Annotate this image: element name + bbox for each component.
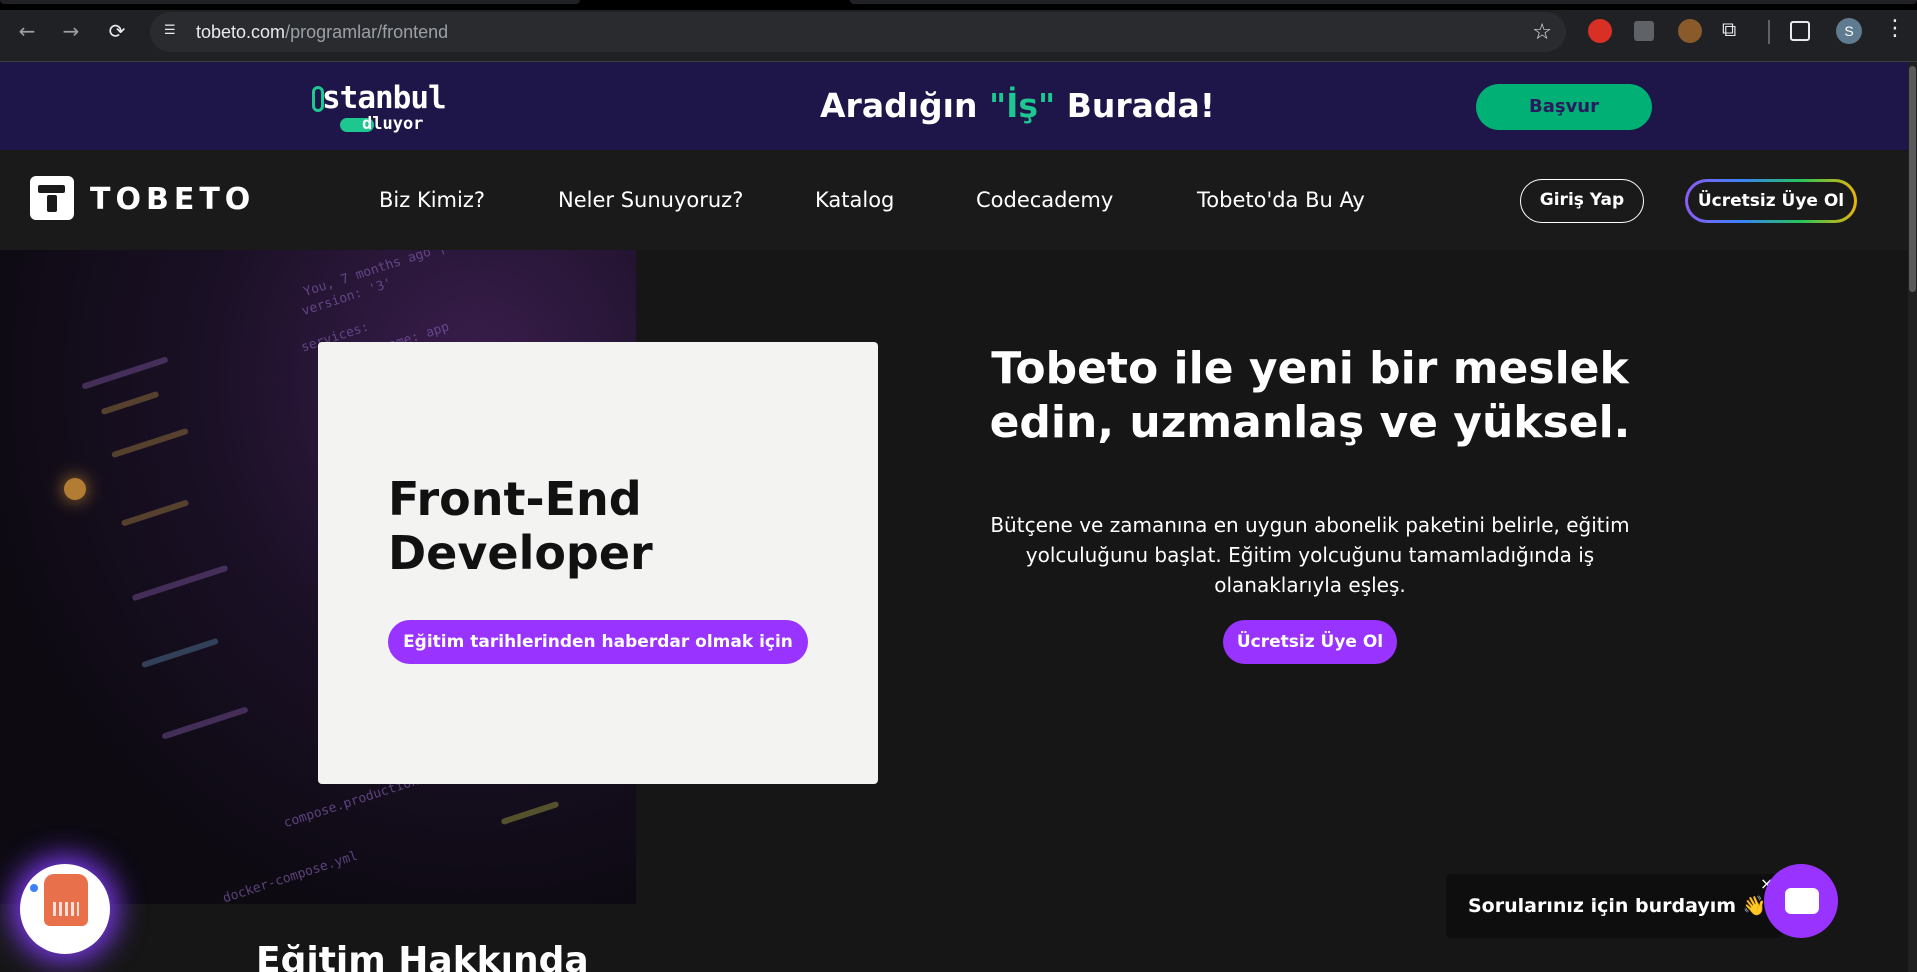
bookmark-star-icon[interactable]: ☆ xyxy=(1532,20,1552,45)
logo-line-2: dluyor xyxy=(362,114,424,134)
nav-link-katalog[interactable]: Katalog xyxy=(815,188,894,212)
tab-strip xyxy=(0,0,1917,10)
tobeto-logo[interactable]: TOBETO xyxy=(30,176,250,222)
hero-headline: Tobeto ile yeni bir meslek edin, uzmanla… xyxy=(989,343,1631,448)
url-text[interactable]: tobeto.com/programlar/frontend xyxy=(196,22,448,43)
hero-description: Bütçene ve zamanına en uygun abonelik pa… xyxy=(990,513,1630,597)
url-path: /programlar/frontend xyxy=(285,22,449,42)
site-info-icon[interactable]: ☰ xyxy=(164,23,182,41)
page-scrollbar[interactable] xyxy=(1908,62,1917,972)
section-title: Eğitim Hakkında xyxy=(256,940,589,972)
cookie-extension-icon[interactable] xyxy=(1678,19,1702,43)
code-glow xyxy=(131,564,229,602)
reload-icon[interactable]: ⟳ xyxy=(104,18,130,44)
notify-dates-button[interactable]: Eğitim tarihlerinden haberdar olmak için xyxy=(388,620,808,664)
nav-link-neler-sunuyoruz[interactable]: Neler Sunuyoruz? xyxy=(558,188,743,212)
light-spot xyxy=(64,478,86,500)
code-glow xyxy=(111,427,189,459)
chat-launcher-button[interactable] xyxy=(1764,864,1838,938)
adblock-extension-icon[interactable] xyxy=(1588,19,1612,43)
apply-button[interactable]: Başvur xyxy=(1476,84,1652,130)
notification-dot xyxy=(30,884,38,892)
chat-message: Sorularınız için burdayım 👋 xyxy=(1468,895,1767,917)
main-navbar: TOBETO Biz Kimiz? Neler Sunuyoruz? Katal… xyxy=(0,150,1908,250)
code-glow xyxy=(141,637,219,669)
address-bar[interactable]: ☰ tobeto.com/programlar/frontend ☆ xyxy=(150,12,1566,52)
nav-link-biz-kimiz[interactable]: Biz Kimiz? xyxy=(379,188,485,212)
login-button[interactable]: Giriş Yap xyxy=(1520,179,1644,223)
program-card: Front-End Developer Eğitim tarihlerinden… xyxy=(318,342,878,784)
toolbar-divider xyxy=(1768,20,1770,44)
code-glow xyxy=(81,356,169,390)
promo-banner: stanbul dluyor Aradığın "İş" Burada! Baş… xyxy=(0,62,1908,150)
browser-menu-icon[interactable]: ⋮ xyxy=(1884,16,1908,41)
code-glow xyxy=(500,800,560,826)
promo-title-end: Burada! xyxy=(1055,86,1215,125)
istanbul-kodluyor-logo[interactable]: stanbul dluyor xyxy=(310,80,450,134)
backpack-icon xyxy=(44,874,88,926)
signup-button-label: Ücretsiz Üye Ol xyxy=(1688,182,1854,220)
promo-title-start: Aradığın xyxy=(820,86,989,125)
promo-title: Aradığın "İş" Burada! xyxy=(820,86,1215,125)
tab-edge xyxy=(850,0,1917,4)
grid-extension-icon[interactable] xyxy=(1634,21,1654,41)
back-icon[interactable]: ← xyxy=(14,18,40,44)
logo-line-1: stanbul xyxy=(322,80,447,116)
code-glow xyxy=(120,499,190,527)
code-glow xyxy=(100,390,160,416)
floating-app-widget[interactable] xyxy=(20,864,110,954)
extensions-puzzle-icon[interactable]: ⧉ xyxy=(1722,17,1746,41)
profile-avatar[interactable]: S xyxy=(1836,18,1862,44)
promo-title-highlight: "İş" xyxy=(988,86,1056,125)
tobeto-brand-text: TOBETO xyxy=(90,182,256,217)
hero-section: You, 7 months ago | 1 version: '3' servi… xyxy=(0,250,1908,972)
forward-icon[interactable]: → xyxy=(58,18,84,44)
code-line: docker-compose.yml xyxy=(221,848,360,904)
tab-edge xyxy=(0,0,580,4)
chat-greeting[interactable]: Sorularınız için burdayım 👋 xyxy=(1446,874,1782,938)
side-panel-icon[interactable] xyxy=(1790,21,1810,41)
hero-signup-button[interactable]: Ücretsiz Üye Ol xyxy=(1223,620,1397,664)
program-title: Front-End Developer xyxy=(388,472,653,580)
code-glow xyxy=(161,706,249,740)
signup-button[interactable]: Ücretsiz Üye Ol xyxy=(1685,179,1857,223)
url-host: tobeto.com xyxy=(196,22,286,42)
nav-link-tobetoda-bu-ay[interactable]: Tobeto'da Bu Ay xyxy=(1197,188,1365,212)
scrollbar-thumb[interactable] xyxy=(1909,66,1916,292)
tobeto-logo-icon xyxy=(30,176,74,220)
browser-toolbar: ← → ⟳ ☰ tobeto.com/programlar/frontend ☆… xyxy=(0,0,1917,62)
nav-link-codecademy[interactable]: Codecademy xyxy=(976,188,1113,212)
